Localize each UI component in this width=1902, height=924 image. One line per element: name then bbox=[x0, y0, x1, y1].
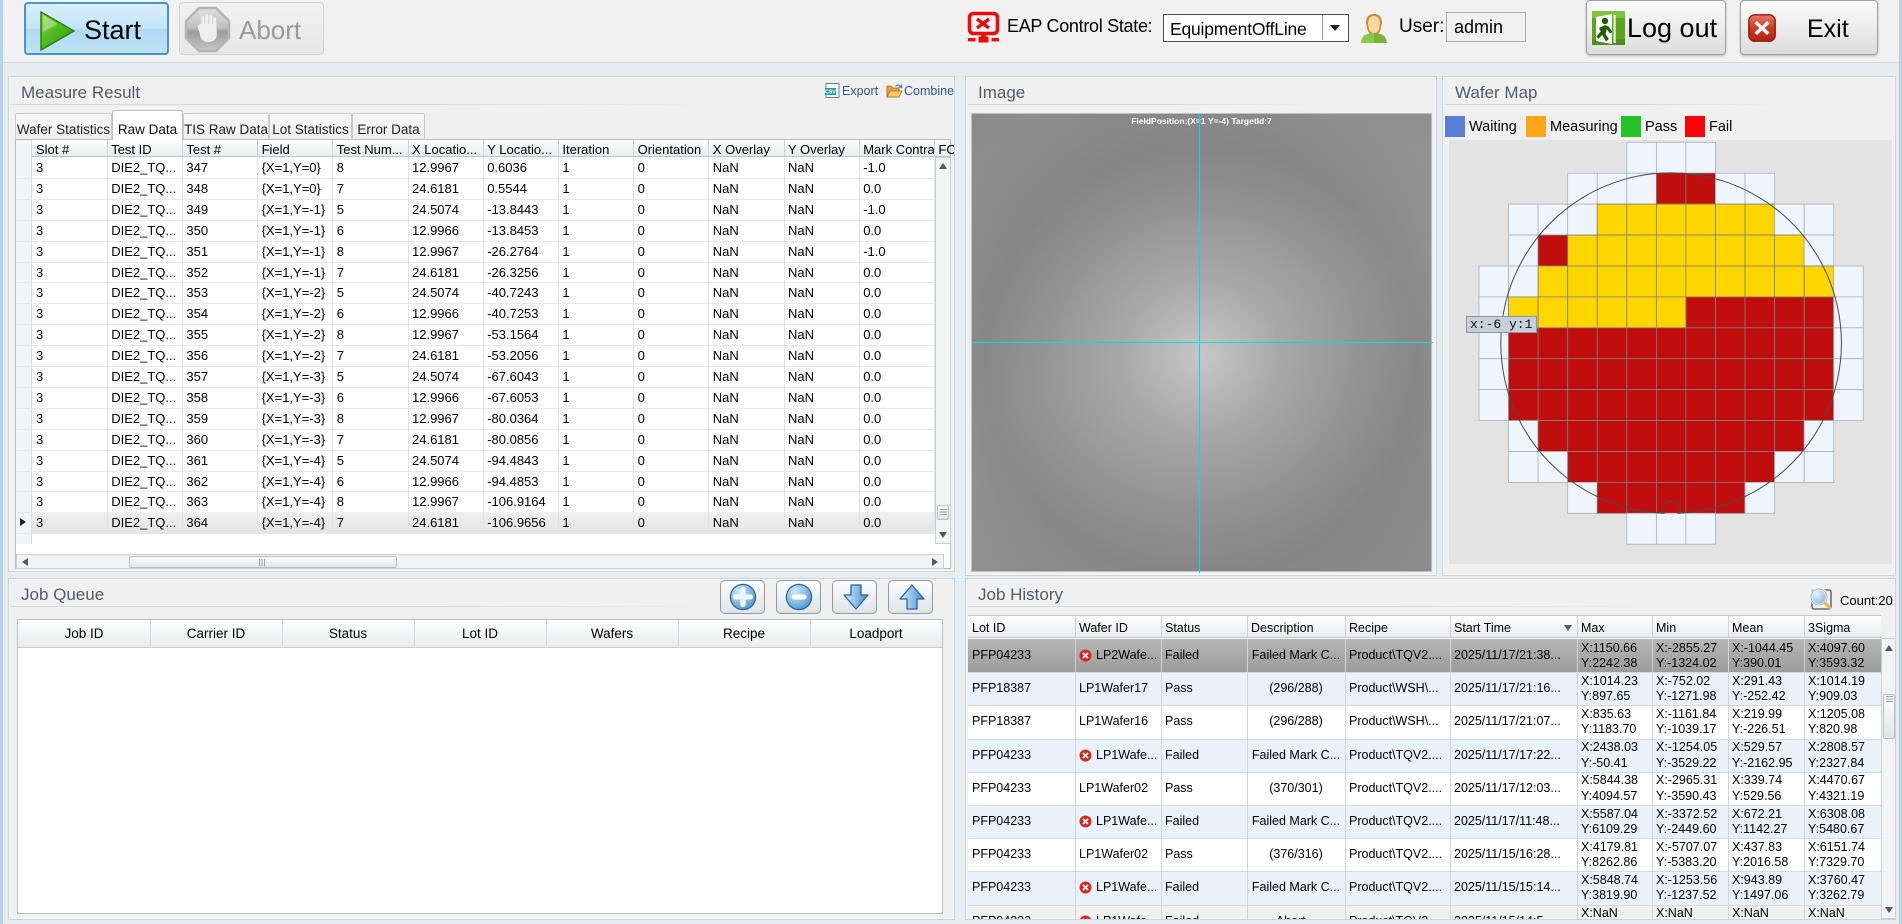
svg-text:CSV: CSV bbox=[825, 90, 836, 96]
